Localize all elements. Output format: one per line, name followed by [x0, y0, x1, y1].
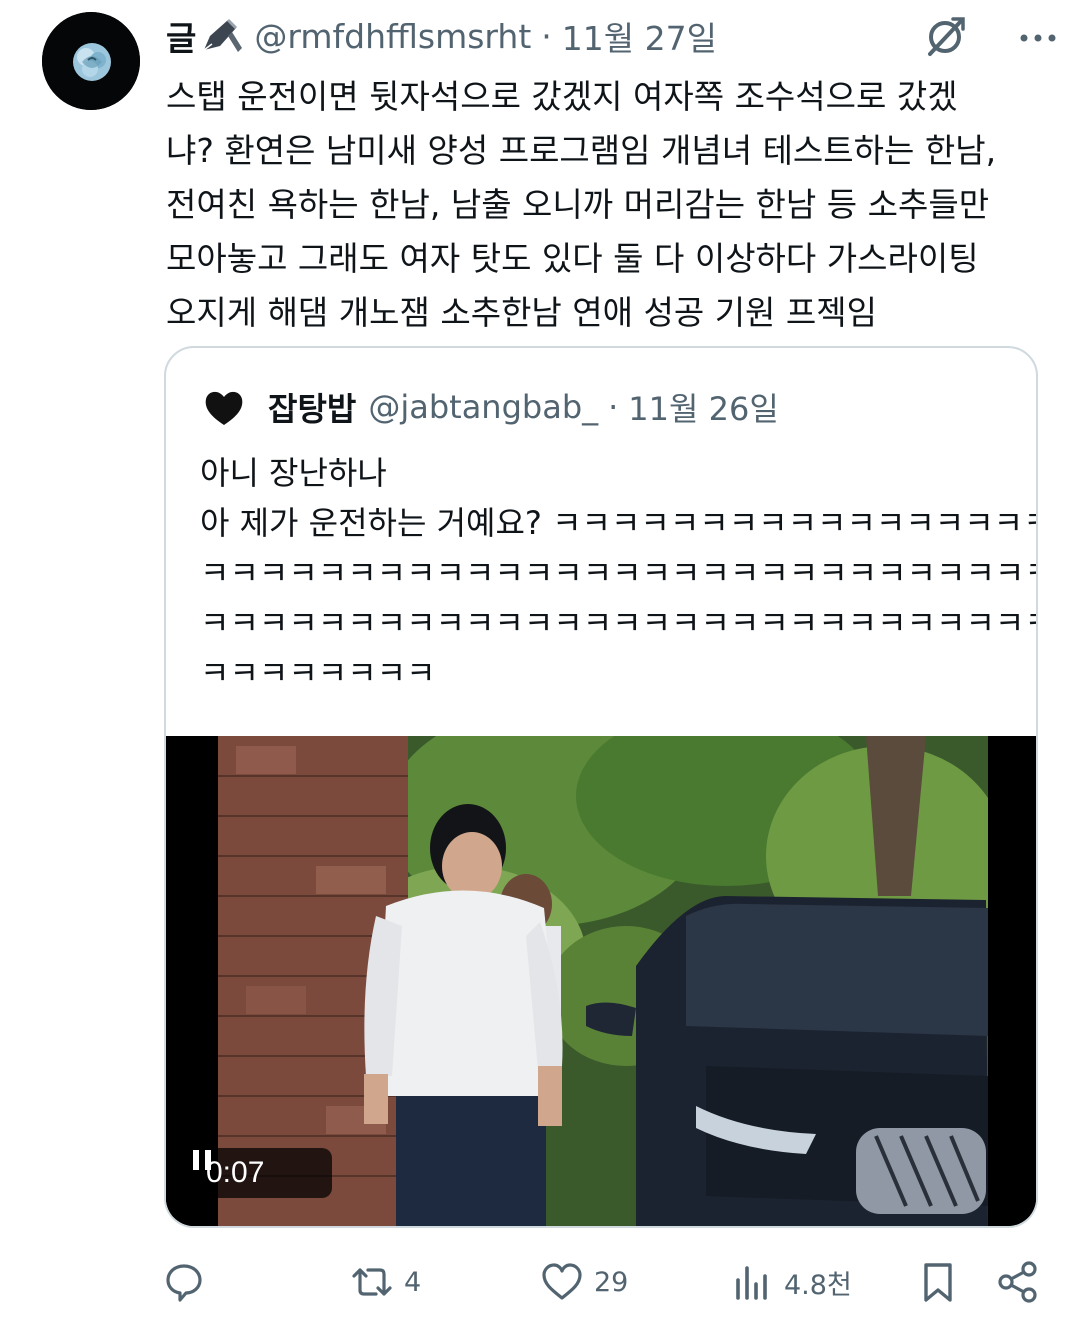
grok-icon[interactable]: [922, 14, 968, 60]
tweet-header: 글 @rmfdhfflsmsrht · 11월 27일: [166, 12, 1060, 60]
rose-avatar-image: [42, 12, 140, 110]
quoted-text-line: 아니 장난하나: [200, 454, 387, 492]
separator-dot: ·: [608, 388, 619, 426]
quoted-text-line: 아 제가 운전하는 거예요? ㅋㅋㅋㅋㅋㅋㅋㅋㅋㅋㅋㅋㅋㅋㅋㅋㅋ: [200, 504, 1038, 542]
quoted-author-name[interactable]: 잡탕밥: [268, 384, 356, 430]
retweet-count: 4: [404, 1266, 422, 1298]
bookmark-button[interactable]: [916, 1252, 960, 1312]
share-button[interactable]: [996, 1252, 1040, 1312]
quoted-author-handle[interactable]: @jabtangbab_: [368, 388, 598, 426]
author-name[interactable]: 글: [166, 12, 196, 60]
views-count: 4.8천: [784, 1269, 852, 1301]
tweet-action-bar: 4 29 4.8천: [160, 1252, 1040, 1312]
separator-dot: ·: [541, 16, 552, 56]
share-icon: [998, 1261, 1037, 1303]
more-options-icon[interactable]: [1016, 16, 1060, 60]
tweet-text-line: 전여친 욕하는 한남, 남출 오니까 머리감는 한남 등 소추들만: [166, 185, 990, 224]
tweet-date[interactable]: 11월 27일: [562, 12, 717, 60]
tweet-text-line: 모아놓고 그래도 여자 탓도 있다 둘 다 이상하다 가스라이팅: [166, 239, 979, 278]
quoted-author-avatar[interactable]: [202, 387, 246, 427]
author-handle[interactable]: @rmfdhfflsmsrht: [254, 17, 531, 56]
tweet-text-line: 스탭 운전이면 뒷자석으로 갔겠지 여자쪽 조수석으로 갔겠: [166, 77, 958, 116]
quoted-tweet-date[interactable]: 11월 26일: [628, 384, 779, 430]
like-count: 29: [594, 1266, 629, 1298]
video-player[interactable]: 0:07: [166, 736, 1036, 1226]
like-button[interactable]: 29: [540, 1252, 628, 1312]
fountain-pen-icon: [198, 14, 244, 58]
tweet-text: 스탭 운전이면 뒷자석으로 갔겠지 여자쪽 조수석으로 갔겠 냐? 환연은 남미…: [166, 70, 1046, 340]
quoted-tweet-text: 아니 장난하나 아 제가 운전하는 거예요? ㅋㅋㅋㅋㅋㅋㅋㅋㅋㅋㅋㅋㅋㅋㅋㅋㅋ…: [200, 448, 1038, 698]
retweet-button[interactable]: 4: [350, 1252, 421, 1312]
bookmark-icon: [924, 1263, 952, 1302]
tweet-text-line: 냐? 환연은 남미새 양성 프로그램임 개념녀 테스트하는 한남,: [166, 131, 997, 170]
video-timecode: 0:07: [206, 1156, 265, 1189]
retweet-icon: [352, 1268, 392, 1296]
reply-icon: [166, 1264, 202, 1302]
tweet-text-line: 오지게 해댐 개노잼 소추한남 연애 성공 기원 프젝임: [166, 293, 877, 332]
heart-icon: [542, 1263, 582, 1300]
quoted-tweet-header: 잡탕밥 @jabtangbab_ · 11월 26일: [202, 382, 779, 432]
video-control-badge[interactable]: 0:07: [190, 1148, 332, 1198]
reply-button[interactable]: [162, 1252, 216, 1312]
pause-icon[interactable]: [190, 1148, 214, 1172]
author-avatar[interactable]: [42, 12, 140, 110]
views-chart-icon: [736, 1266, 767, 1300]
quoted-tweet-card[interactable]: 잡탕밥 @jabtangbab_ · 11월 26일 아니 장난하나 아 제가 …: [164, 346, 1038, 1228]
quoted-text-line: ㅋㅋㅋㅋㅋㅋㅋㅋㅋㅋㅋㅋㅋㅋㅋㅋㅋㅋㅋㅋㅋㅋㅋㅋㅋㅋㅋㅋㅋㅋㅋㅋㅋ: [200, 604, 1036, 642]
quoted-text-line: ㅋㅋㅋㅋㅋㅋㅋㅋㅋㅋㅋㅋㅋㅋㅋㅋㅋㅋㅋㅋㅋㅋㅋㅋㅋㅋㅋㅋㅋㅋㅋㅋㅋ: [200, 554, 1036, 592]
views-button[interactable]: 4.8천: [730, 1252, 852, 1312]
quoted-text-line: ㅋㅋㅋㅋㅋㅋㅋㅋ: [200, 654, 436, 692]
